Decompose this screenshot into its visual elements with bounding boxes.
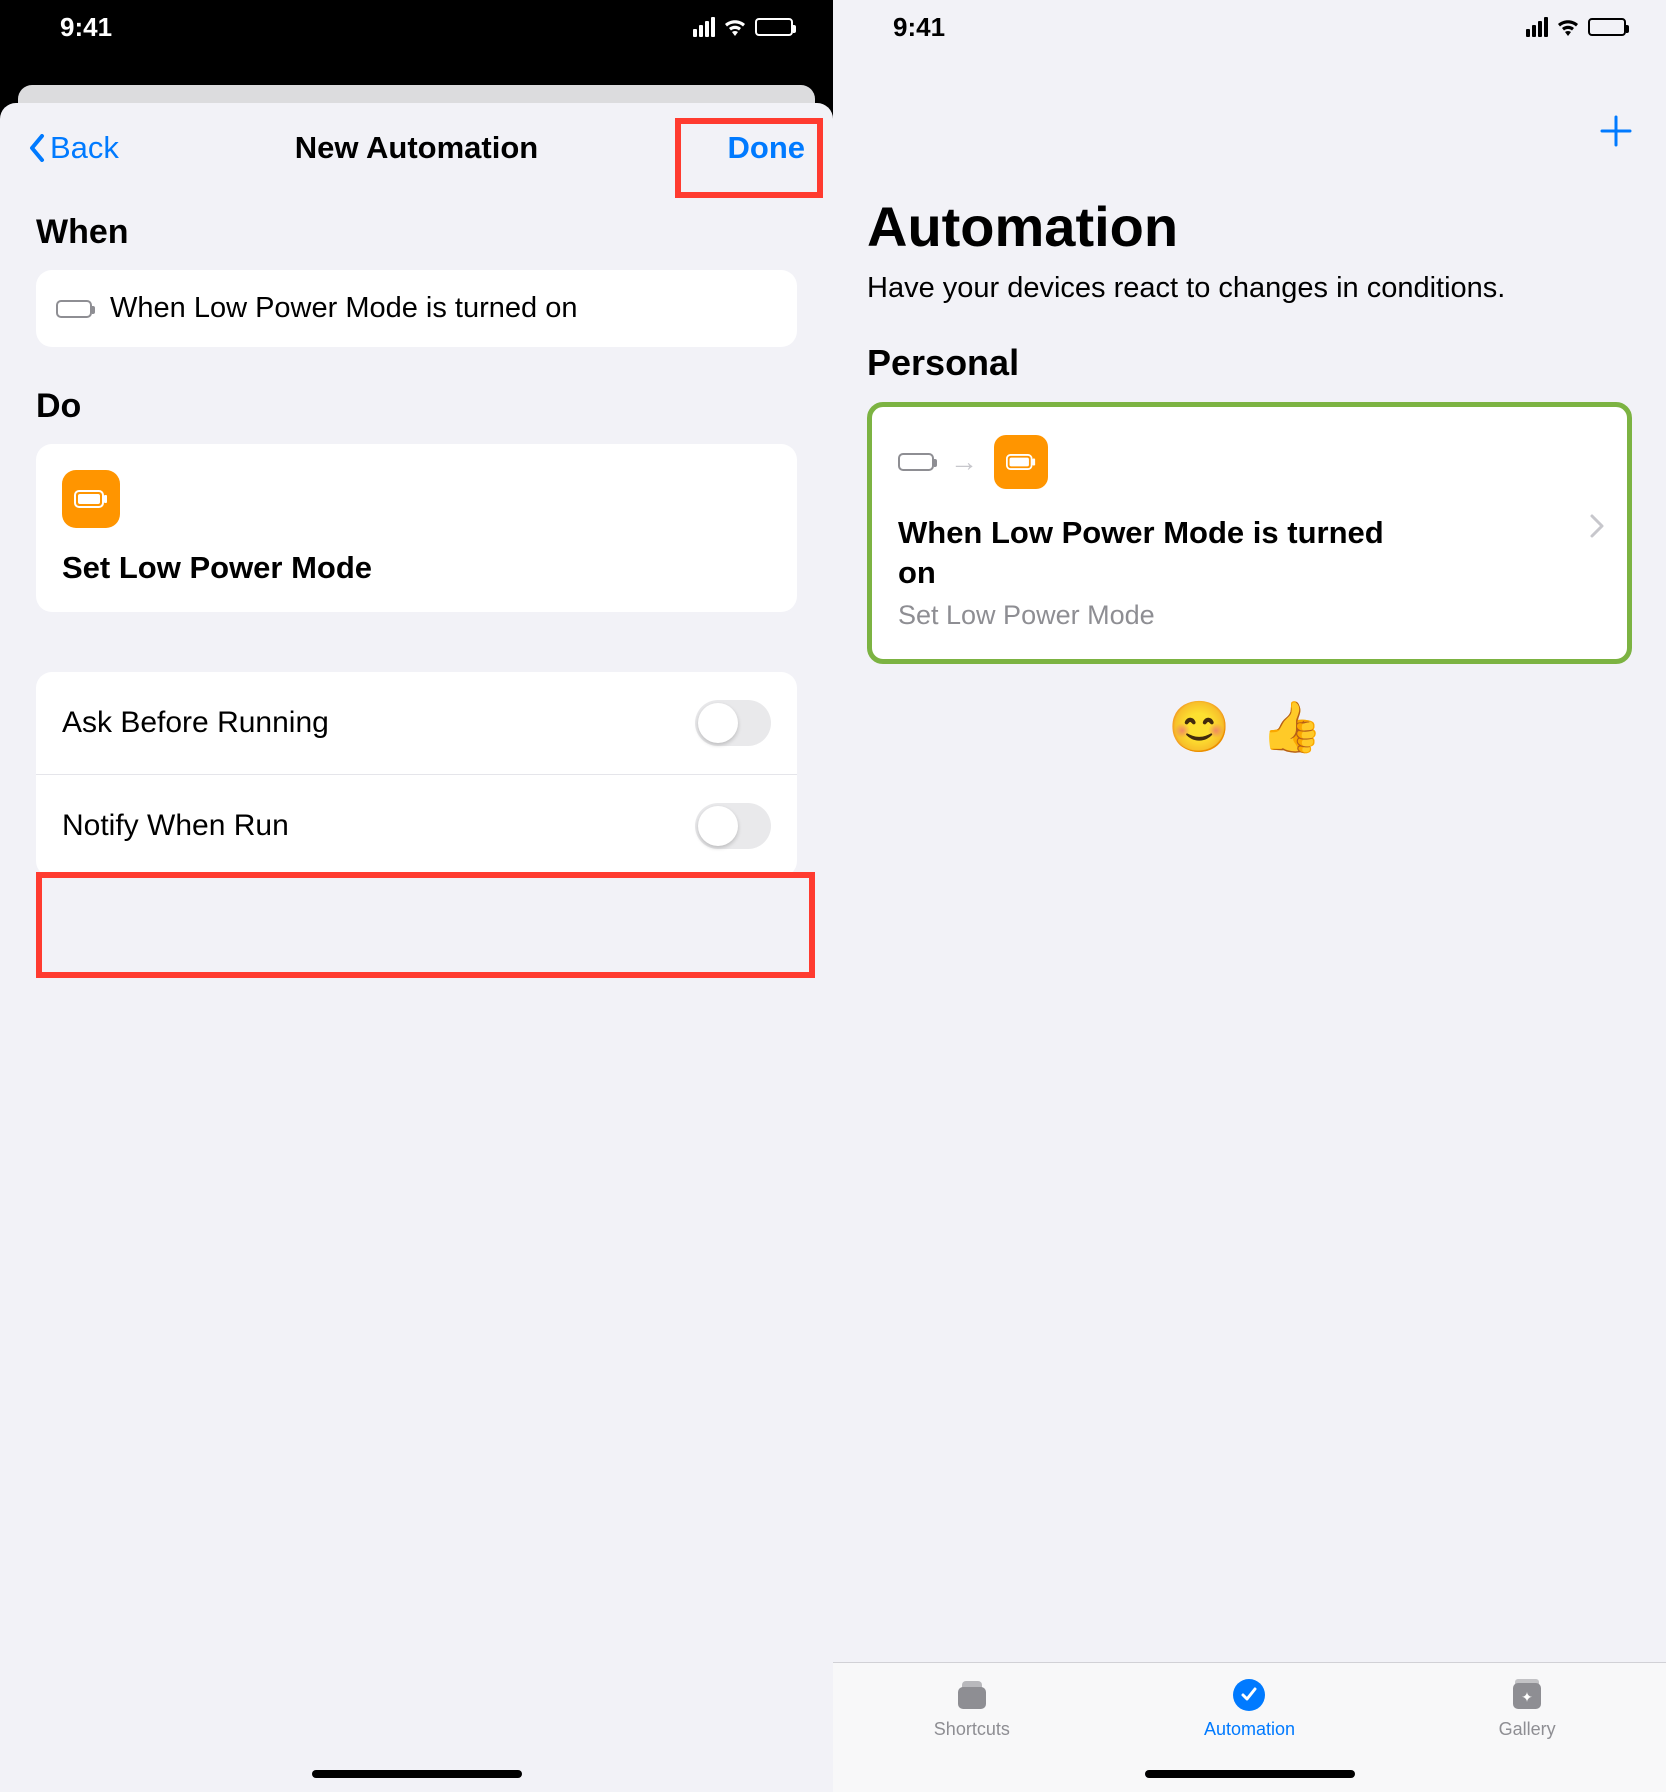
home-indicator[interactable] <box>1145 1770 1355 1778</box>
status-time: 9:41 <box>893 12 945 43</box>
tab-shortcuts-label: Shortcuts <box>934 1719 1010 1740</box>
status-bar: 9:41 <box>0 0 833 54</box>
add-automation-button[interactable] <box>1596 108 1636 163</box>
left-phone-screen: 9:41 Back New Automation Done When W <box>0 0 833 1792</box>
right-phone-screen: 9:41 Automation Have your devices react … <box>833 0 1666 1792</box>
status-indicators <box>693 17 793 37</box>
automation-icon <box>1227 1675 1271 1715</box>
shortcuts-icon <box>950 1675 994 1715</box>
low-power-action-icon <box>994 435 1048 489</box>
options-card: Ask Before Running Notify When Run <box>36 672 797 877</box>
when-header: When <box>0 193 833 270</box>
status-time: 9:41 <box>60 12 112 43</box>
sheet-backdrop: Back New Automation Done When When Low P… <box>0 85 833 1792</box>
ask-before-running-row: Ask Before Running <box>36 672 797 774</box>
low-power-action-icon <box>62 470 120 528</box>
when-trigger-text: When Low Power Mode is turned on <box>110 292 577 325</box>
arrow-right-icon: → <box>950 446 978 478</box>
chevron-left-icon <box>28 134 46 162</box>
low-battery-icon <box>56 300 92 318</box>
page-title: Automation <box>833 54 1666 269</box>
ask-before-running-label: Ask Before Running <box>62 706 329 740</box>
do-action-card[interactable]: Set Low Power Mode <box>36 444 797 612</box>
emoji-decoration: 😊 👍 <box>833 664 1666 791</box>
back-label: Back <box>50 130 119 166</box>
nav-bar: Back New Automation Done <box>0 103 833 193</box>
new-automation-sheet: Back New Automation Done When When Low P… <box>0 103 833 1792</box>
automation-item-subtitle: Set Low Power Mode <box>898 600 1601 631</box>
status-indicators <box>1526 17 1626 37</box>
wifi-icon <box>723 18 747 36</box>
tab-shortcuts[interactable]: Shortcuts <box>892 1675 1052 1740</box>
nav-title: New Automation <box>295 130 538 166</box>
automation-item-title: When Low Power Mode is turned on <box>898 513 1418 594</box>
battery-icon <box>1588 18 1626 36</box>
personal-section-header: Personal <box>833 342 1666 402</box>
page-subtitle: Have your devices react to changes in co… <box>833 269 1666 342</box>
wifi-icon <box>1556 18 1580 36</box>
notify-when-run-label: Notify When Run <box>62 809 289 843</box>
tab-automation[interactable]: Automation <box>1169 1675 1329 1740</box>
chevron-right-icon <box>1589 513 1605 539</box>
notify-when-run-row: Notify When Run <box>36 774 797 877</box>
plus-icon <box>1596 111 1636 151</box>
home-indicator[interactable] <box>312 1770 522 1778</box>
back-button[interactable]: Back <box>28 130 119 166</box>
tab-gallery[interactable]: ✦ Gallery <box>1447 1675 1607 1740</box>
gallery-icon: ✦ <box>1505 1675 1549 1715</box>
battery-icon <box>755 18 793 36</box>
do-action-text: Set Low Power Mode <box>62 550 771 586</box>
tab-gallery-label: Gallery <box>1499 1719 1556 1740</box>
cellular-icon <box>1526 17 1548 37</box>
low-battery-icon <box>898 453 934 471</box>
notify-when-run-toggle[interactable] <box>695 803 771 849</box>
cellular-icon <box>693 17 715 37</box>
background-sheet-peek <box>18 85 815 103</box>
status-bar: 9:41 <box>833 0 1666 54</box>
tab-automation-label: Automation <box>1204 1719 1295 1740</box>
ask-before-running-toggle[interactable] <box>695 700 771 746</box>
done-button[interactable]: Done <box>728 130 806 166</box>
when-trigger-card[interactable]: When Low Power Mode is turned on <box>36 270 797 347</box>
do-header: Do <box>0 347 833 444</box>
automation-item-icons: → <box>898 435 1601 489</box>
automation-item[interactable]: → When Low Power Mode is turned on Set L… <box>867 402 1632 664</box>
svg-text:✦: ✦ <box>1521 1689 1533 1705</box>
